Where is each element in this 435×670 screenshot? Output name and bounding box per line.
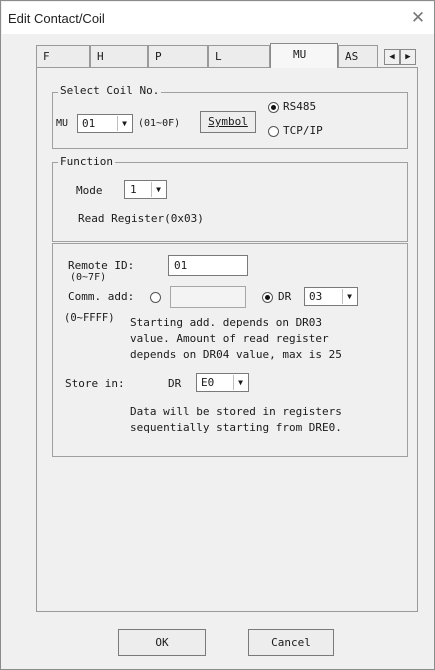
tab-scroll-left-icon[interactable]: ◀ — [384, 49, 400, 65]
chevron-down-icon: ▼ — [342, 289, 356, 304]
tcpip-radio[interactable] — [268, 126, 279, 137]
tcpip-label: TCP/IP — [283, 124, 323, 137]
tab-scroll-right-icon[interactable]: ▶ — [400, 49, 416, 65]
function-legend: Function — [58, 155, 115, 168]
chevron-down-icon: ▼ — [233, 375, 247, 390]
note-line-3: depends on DR04 value, max is 25 — [130, 348, 342, 361]
tab-f[interactable]: F — [36, 45, 90, 67]
coil-number-value: 01 — [82, 117, 96, 130]
tab-p[interactable]: P — [148, 45, 208, 67]
select-coil-legend: Select Coil No. — [58, 84, 162, 97]
rs485-radio[interactable] — [268, 102, 279, 113]
store-dr-label: DR — [168, 377, 182, 390]
coil-range-label: (01~0F) — [138, 118, 181, 129]
mode-label: Mode — [76, 184, 103, 197]
mode-select[interactable]: 1 ▼ — [124, 180, 167, 199]
coil-number-select[interactable]: 01 ▼ — [77, 114, 133, 133]
close-icon[interactable]: ✕ — [407, 7, 429, 29]
coil-prefix-label: MU — [56, 118, 69, 129]
comm-add-input[interactable] — [170, 286, 246, 308]
chevron-down-icon: ▼ — [117, 116, 131, 131]
dr-radio[interactable] — [262, 292, 273, 303]
cancel-button[interactable]: Cancel — [248, 629, 334, 656]
comm-add-label: Comm. add: — [68, 290, 135, 303]
title-bar: Edit Contact/Coil ✕ — [2, 2, 434, 34]
tab-l[interactable]: L — [208, 45, 270, 67]
comm-add-radio[interactable] — [150, 292, 161, 303]
window-title: Edit Contact/Coil — [8, 11, 105, 26]
tab-mu[interactable]: MU — [270, 43, 338, 68]
chevron-down-icon: ▼ — [151, 182, 165, 197]
remote-id-range: (0~7F) — [70, 272, 107, 283]
remote-id-label: Remote ID: — [68, 259, 135, 272]
dr-select[interactable]: 03 ▼ — [304, 287, 358, 306]
ok-button[interactable]: OK — [118, 629, 206, 656]
store-note-2: sequentially starting from DRE0. — [130, 421, 342, 434]
function-description: Read Register(0x03) — [78, 212, 204, 225]
dr-label: DR — [278, 290, 292, 303]
store-in-label: Store in: — [65, 377, 125, 390]
store-register-value: E0 — [201, 376, 215, 389]
tab-as[interactable]: AS — [338, 45, 378, 67]
mode-value: 1 — [130, 183, 137, 196]
note-line-1: Starting add. depends on DR03 — [130, 316, 323, 329]
dr-value: 03 — [309, 290, 323, 303]
symbol-button[interactable]: Symbol — [200, 111, 256, 133]
store-note-1: Data will be stored in registers — [130, 405, 342, 418]
tab-h[interactable]: H — [90, 45, 148, 67]
remote-id-input[interactable]: 01 — [168, 255, 248, 276]
function-group — [52, 162, 408, 242]
comm-add-range: (0~FFFF) — [64, 312, 115, 324]
store-register-select[interactable]: E0 ▼ — [196, 373, 249, 392]
rs485-label: RS485 — [283, 100, 317, 113]
note-line-2: value. Amount of read register — [130, 332, 329, 345]
